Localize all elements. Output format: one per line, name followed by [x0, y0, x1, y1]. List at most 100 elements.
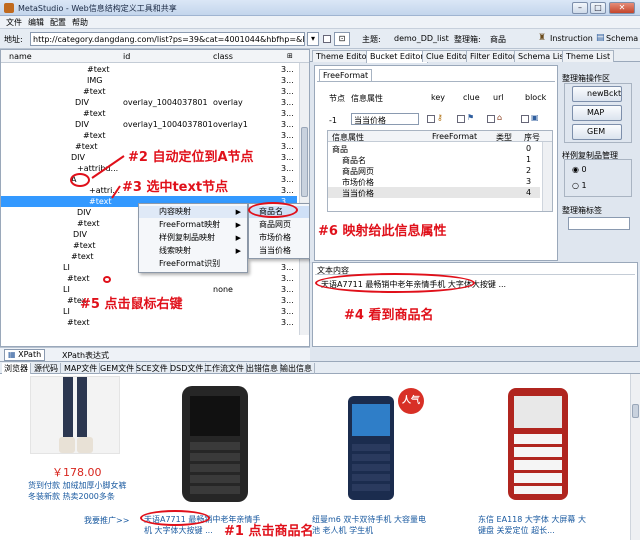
tree-row[interactable]: #text 3...: [1, 64, 297, 75]
th-info-attr[interactable]: 信息属性: [332, 132, 364, 143]
schema-button[interactable]: Schema: [606, 34, 638, 43]
key-icon[interactable]: ⚷: [437, 113, 443, 122]
col-name[interactable]: name: [9, 52, 32, 61]
key-checkbox[interactable]: [427, 115, 435, 123]
attr-row[interactable]: 商品网页 2: [328, 165, 540, 176]
menu-config[interactable]: 配置: [50, 17, 66, 28]
go-dropdown-button[interactable]: ▾: [307, 32, 319, 46]
tab-sce-file[interactable]: SCE文件: [134, 363, 171, 374]
ctx-clue-mapping[interactable]: 线索映射 ▶: [139, 245, 247, 257]
tab-theme-editor[interactable]: Theme Editor: [312, 50, 374, 62]
tab-bucket-editor[interactable]: Bucket Editor: [366, 50, 428, 63]
product-2-image[interactable]: [160, 382, 270, 506]
xpath-tab[interactable]: ▦ XPath: [4, 349, 46, 361]
menu-help[interactable]: 帮助: [72, 17, 88, 28]
menu-file[interactable]: 文件: [6, 17, 22, 28]
product-1-more[interactable]: 我要推广>>: [84, 515, 129, 526]
tab-dsd-file[interactable]: DSD文件: [168, 363, 207, 374]
toolbar-checkbox[interactable]: [323, 35, 331, 43]
capture-icon[interactable]: ⊡: [334, 32, 350, 46]
instruction-icon[interactable]: ♜: [538, 33, 546, 43]
product-3-line1[interactable]: 纽曼m6 双卡双待手机 大容量电: [312, 514, 426, 525]
product-1-image[interactable]: [30, 376, 120, 454]
xpath-expr-tab[interactable]: XPath表达式: [62, 350, 109, 361]
block-icon[interactable]: ▣: [531, 113, 539, 122]
tree-scrollbar[interactable]: [299, 63, 309, 335]
info-attr-field[interactable]: 当当价格: [351, 113, 419, 125]
tab-filter-editor[interactable]: Filter Editor: [466, 50, 521, 62]
col-chooser-icon[interactable]: ⊞: [287, 52, 293, 60]
minimize-button[interactable]: –: [572, 2, 588, 14]
menu-edit[interactable]: 编辑: [28, 17, 44, 28]
tree-node-name: #text: [83, 131, 106, 140]
schema-icon[interactable]: ▤: [596, 33, 605, 43]
map-button[interactable]: MAP: [572, 105, 622, 121]
tree-row[interactable]: #text 3...: [1, 108, 297, 119]
tab-theme-list[interactable]: Theme List: [562, 50, 615, 62]
browser-scrollbar[interactable]: [630, 374, 640, 540]
clue-icon[interactable]: ⚑: [467, 113, 474, 122]
product-1-line2[interactable]: 冬装新款 热卖2000多条: [28, 491, 115, 502]
url-icon[interactable]: ⌂: [497, 113, 502, 122]
tab-source[interactable]: 源代码: [32, 363, 61, 374]
col-class[interactable]: class: [213, 52, 233, 61]
product-2-line2[interactable]: 机 大字体大按键 ...: [144, 525, 213, 536]
product-3-image[interactable]: 人气: [316, 382, 426, 506]
product-3-line2[interactable]: 池 老人机 学生机: [312, 525, 373, 536]
boot-right-shape: [77, 437, 93, 453]
submenu-dd-price[interactable]: 当当价格: [249, 245, 309, 257]
submenu-product-page[interactable]: 商品网页: [249, 219, 309, 231]
tree-row[interactable]: #text 3...: [1, 273, 297, 284]
attr-row[interactable]: 市场价格 3: [328, 176, 540, 187]
instruction-button[interactable]: Instruction: [550, 34, 593, 43]
tree-row[interactable]: IMG 3...: [1, 75, 297, 86]
ctx-freeformat-mapping[interactable]: FreeFormat映射 ▶: [139, 219, 247, 231]
th-seq[interactable]: 序号: [524, 132, 540, 143]
ctx-sample-mapping[interactable]: 样例复制品映射 ▶: [139, 232, 247, 244]
tree-row[interactable]: DIV overlay1_1004037801 overlay1 3...: [1, 119, 297, 130]
block-checkbox[interactable]: [521, 115, 529, 123]
tab-workflow-file[interactable]: 工作流文件: [202, 363, 247, 374]
tab-map-file[interactable]: MAP文件: [62, 363, 101, 374]
attr-scrollbar[interactable]: [542, 142, 552, 211]
th-type[interactable]: 类型: [496, 132, 512, 143]
product-1-line1[interactable]: 货到付款 加绒加厚小脚女裤: [28, 480, 127, 491]
tree-row[interactable]: #text 3...: [1, 130, 297, 141]
tree-node-name: #text: [83, 87, 106, 96]
tag-input[interactable]: [568, 217, 630, 230]
clue-checkbox[interactable]: [457, 115, 465, 123]
browser-scroll-thumb[interactable]: [632, 404, 639, 418]
tree-row[interactable]: DIV overlay_1004037801 overlay 3...: [1, 97, 297, 108]
phone-2-keypad: [190, 442, 240, 496]
tree-node-name: #text: [77, 219, 100, 228]
url-checkbox[interactable]: [487, 115, 495, 123]
product-4-line1[interactable]: 东信 EA118 大字体 大屏幕 大: [478, 514, 586, 525]
tree-node-flag: 3...: [281, 263, 294, 272]
freeformat-tab[interactable]: FreeFormat: [319, 69, 373, 81]
tree-scroll-thumb[interactable]: [301, 127, 308, 197]
tree-node-class: overlay: [213, 98, 243, 107]
attr-row[interactable]: 商品 0: [328, 143, 540, 154]
product-4-line2[interactable]: 键盘 关爱定位 超长...: [478, 525, 555, 536]
tree-row[interactable]: #text 3...: [1, 317, 297, 328]
th-freeformat[interactable]: FreeFormat: [432, 132, 477, 141]
tab-browser[interactable]: 浏览器: [2, 363, 31, 374]
attr-row[interactable]: 商品名 1: [328, 154, 540, 165]
radio-0[interactable]: ◉ 0: [572, 165, 587, 174]
ctx-freeformat-recognize[interactable]: FreeFormat识别: [139, 258, 247, 270]
close-button[interactable]: ✕: [609, 2, 635, 14]
gem-button[interactable]: GEM: [572, 124, 622, 140]
submenu-market-price[interactable]: 市场价格: [249, 232, 309, 244]
tab-gem-file[interactable]: GEM文件: [98, 363, 138, 374]
product-4-image[interactable]: [482, 382, 592, 506]
address-input[interactable]: http://category.dangdang.com/list?ps=39&…: [30, 32, 305, 46]
ctx-content-mapping[interactable]: 内容映射 ▶: [139, 206, 247, 218]
radio-1[interactable]: ○ 1: [572, 181, 587, 190]
tab-error-info[interactable]: 出错信息: [244, 363, 281, 374]
new-bucket-button[interactable]: newBckt: [572, 86, 622, 102]
attr-row[interactable]: 当当价格 4: [328, 187, 540, 198]
tree-row[interactable]: #text 3...: [1, 86, 297, 97]
tab-output-info[interactable]: 输出信息: [278, 363, 315, 374]
maximize-button[interactable]: □: [590, 2, 606, 14]
col-id[interactable]: id: [123, 52, 130, 61]
